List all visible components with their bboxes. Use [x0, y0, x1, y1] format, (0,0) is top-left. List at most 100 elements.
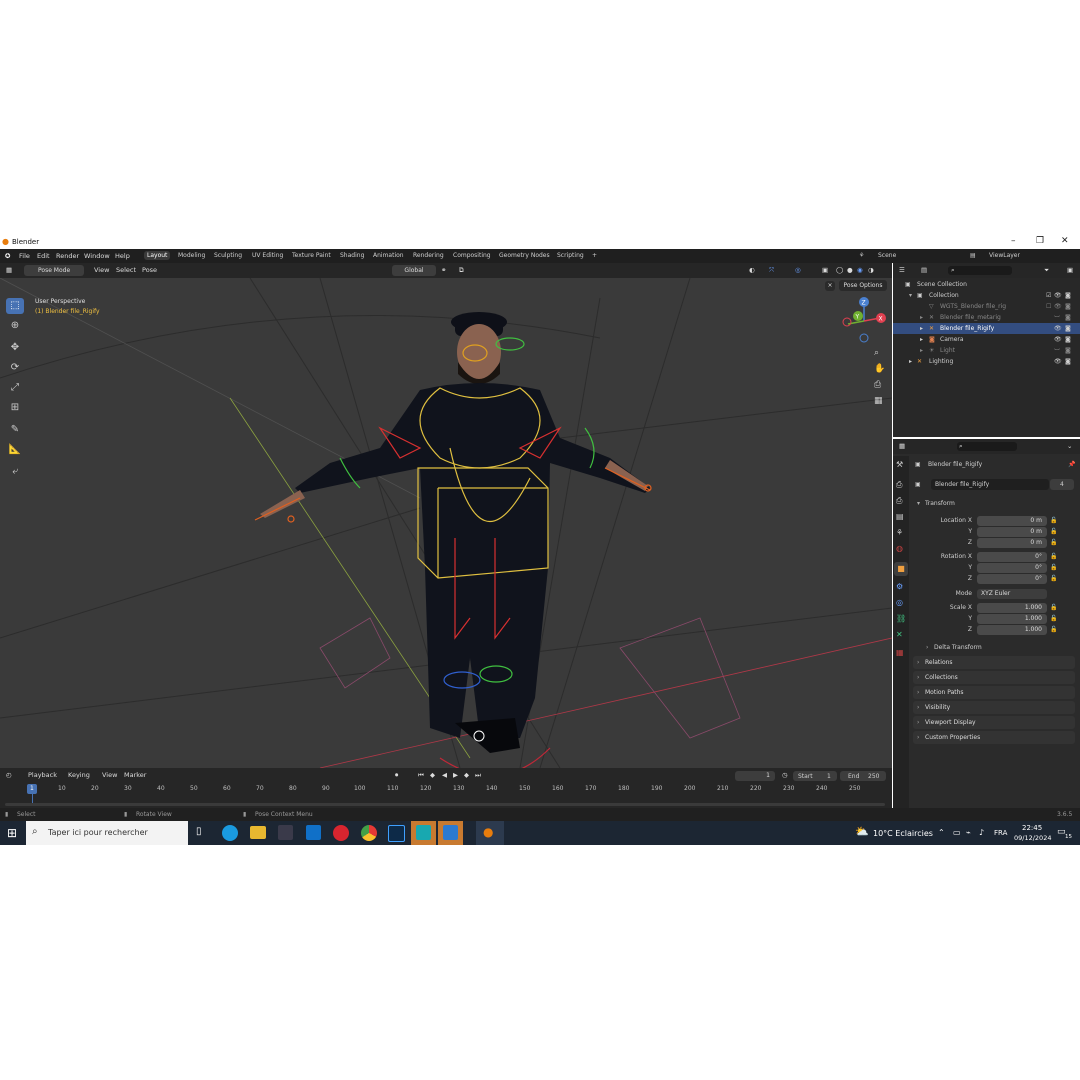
- render-tab-icon[interactable]: ⎙: [896, 480, 902, 490]
- windows-start-icon[interactable]: ⊞: [7, 826, 17, 840]
- wgts-camera-icon[interactable]: ◙: [1065, 303, 1071, 310]
- sidebar-toggle-icon[interactable]: ×: [825, 281, 835, 291]
- select-box-tool-icon[interactable]: ⬚: [6, 298, 24, 314]
- move-tool-icon[interactable]: ✥: [6, 340, 24, 356]
- texture-tab-icon[interactable]: ▦: [896, 648, 904, 657]
- tab-shading[interactable]: Shading: [340, 252, 364, 259]
- metarig-camera-icon[interactable]: ◙: [1065, 314, 1071, 321]
- lighting-eye-icon[interactable]: 👁: [1054, 358, 1062, 365]
- add-workspace-icon[interactable]: +: [592, 252, 597, 259]
- light-hidden-icon[interactable]: ︶: [1054, 347, 1060, 356]
- lock-rotation-z-icon[interactable]: 🔓: [1050, 575, 1057, 582]
- location-y-field[interactable]: 0 m: [977, 527, 1047, 537]
- prev-keyframe-icon[interactable]: ◆: [430, 771, 435, 779]
- taskbar-app-pen[interactable]: [438, 821, 463, 845]
- bone-tool-icon[interactable]: ⤶: [6, 464, 24, 480]
- xray-icon[interactable]: ▣: [822, 266, 828, 274]
- view-layer-name[interactable]: ViewLayer: [989, 252, 1020, 259]
- timeline-menu-marker[interactable]: Marker: [124, 771, 146, 779]
- outliner-item-wgts[interactable]: WGTS_Blender file_rig: [940, 303, 1006, 310]
- scene-collection-label[interactable]: Scene Collection: [917, 281, 967, 288]
- lock-location-z-icon[interactable]: 🔓: [1050, 539, 1057, 546]
- modifiers-tab-icon[interactable]: ⚙: [896, 582, 903, 591]
- outliner-item-lighting[interactable]: Lighting: [929, 358, 953, 365]
- menu-help[interactable]: Help: [115, 252, 130, 260]
- scene-name[interactable]: Scene: [878, 252, 896, 259]
- pose-options-dropdown[interactable]: Pose Options: [839, 280, 887, 291]
- rendered-shading-icon[interactable]: ◑: [868, 266, 874, 274]
- jump-end-icon[interactable]: ⏭: [475, 771, 481, 780]
- delta-transform-subpanel[interactable]: Delta Transform: [934, 644, 982, 651]
- opera-icon[interactable]: [333, 825, 349, 841]
- current-frame-field[interactable]: 1: [735, 771, 775, 781]
- lock-location-x-icon[interactable]: 🔓: [1050, 517, 1057, 524]
- users-count-field[interactable]: 4: [1050, 479, 1074, 490]
- transform-orientation-dropdown[interactable]: Global: [392, 265, 436, 276]
- playhead[interactable]: 1: [27, 784, 37, 794]
- tray-overflow-icon[interactable]: ⌃: [938, 828, 945, 837]
- collection-checkbox[interactable]: ☑: [1046, 292, 1051, 299]
- panel-visibility[interactable]: › Visibility: [913, 701, 1075, 714]
- rotation-mode-dropdown[interactable]: XYZ Euler: [977, 589, 1047, 599]
- rotation-y-field[interactable]: 0°: [977, 563, 1047, 573]
- menu-edit[interactable]: Edit: [37, 252, 50, 260]
- tool-tab-icon[interactable]: ⚒: [896, 460, 903, 469]
- measure-tool-icon[interactable]: 📐: [6, 442, 24, 458]
- location-z-field[interactable]: 0 m: [977, 538, 1047, 548]
- scene-tab-icon[interactable]: ⚘: [896, 528, 903, 537]
- lighting-expand-icon[interactable]: ▸: [909, 358, 912, 365]
- tab-texture-paint[interactable]: Texture Paint: [292, 252, 331, 259]
- location-x-field[interactable]: 0 m: [977, 516, 1047, 526]
- outliner-item-metarig[interactable]: Blender file_metarig: [940, 314, 1001, 321]
- 3d-viewport[interactable]: Z X Y User Perspective (1) Blender file_…: [0, 278, 892, 768]
- collection-camera-icon[interactable]: ◙: [1065, 292, 1071, 299]
- viewport-menu-view[interactable]: View: [94, 266, 109, 274]
- delta-transform-chevron-icon[interactable]: ›: [926, 644, 928, 651]
- rigify-expand-icon[interactable]: ▸: [920, 325, 923, 332]
- camera-view-icon[interactable]: ⎙: [874, 380, 881, 390]
- constraints-tab-icon[interactable]: ⛓: [896, 614, 906, 623]
- viewport-menu-pose[interactable]: Pose: [142, 266, 157, 274]
- clock-date[interactable]: 09/12/2024: [1014, 834, 1051, 842]
- clock-time[interactable]: 22:45: [1022, 824, 1042, 832]
- tab-geometry-nodes[interactable]: Geometry Nodes: [499, 252, 550, 259]
- properties-search-input[interactable]: [957, 442, 1017, 451]
- tab-modeling[interactable]: Modeling: [178, 252, 205, 259]
- snap-icon[interactable]: ⧉: [459, 266, 464, 275]
- battery-icon[interactable]: ▭: [953, 828, 961, 837]
- light-expand-icon[interactable]: ▸: [920, 347, 923, 354]
- panel-viewport-display[interactable]: › Viewport Display: [913, 716, 1075, 729]
- metarig-hidden-icon[interactable]: ︶: [1054, 314, 1060, 323]
- outliner-item-camera[interactable]: Camera: [940, 336, 964, 343]
- world-tab-icon[interactable]: ◍: [896, 544, 903, 553]
- cursor-tool-icon[interactable]: ⊕: [6, 318, 24, 334]
- camera-expand-icon[interactable]: ▸: [920, 336, 923, 343]
- close-button[interactable]: ✕: [1061, 236, 1069, 246]
- filter-icon[interactable]: ⏷: [1044, 266, 1049, 275]
- rigify-camera-icon[interactable]: ◙: [1065, 325, 1071, 332]
- ortho-toggle-icon[interactable]: ▦: [874, 396, 883, 406]
- view-layer-tab-icon[interactable]: ▤: [896, 512, 904, 521]
- scale-x-field[interactable]: 1.000: [977, 603, 1047, 613]
- pivot-icon[interactable]: ⚭: [441, 266, 446, 274]
- menu-window[interactable]: Window: [84, 252, 110, 260]
- editor-type-icon[interactable]: ▦: [6, 266, 12, 274]
- play-icon[interactable]: ▶: [453, 771, 458, 779]
- pin-icon[interactable]: 📌: [1068, 461, 1075, 468]
- panel-motion-paths[interactable]: › Motion Paths: [913, 686, 1075, 699]
- play-reverse-icon[interactable]: ◀: [442, 771, 447, 779]
- viewport-menu-select[interactable]: Select: [116, 266, 136, 274]
- next-keyframe-icon[interactable]: ◆: [464, 771, 469, 779]
- panel-collections[interactable]: › Collections: [913, 671, 1075, 684]
- annotate-tool-icon[interactable]: ✎: [6, 422, 24, 438]
- properties-editor-icon[interactable]: ▦: [899, 442, 905, 450]
- rotate-tool-icon[interactable]: ⟳: [6, 360, 24, 376]
- wgts-eye-icon[interactable]: 👁: [1054, 303, 1062, 310]
- tab-layout[interactable]: Layout: [144, 251, 171, 260]
- pan-hand-icon[interactable]: ✋: [874, 364, 885, 374]
- end-frame-field[interactable]: End 250: [840, 771, 886, 781]
- navigation-gizmo[interactable]: Z X Y: [842, 297, 886, 343]
- outliner-search-input[interactable]: [948, 266, 1012, 275]
- scale-y-field[interactable]: 1.000: [977, 614, 1047, 624]
- chrome-icon[interactable]: [361, 825, 377, 841]
